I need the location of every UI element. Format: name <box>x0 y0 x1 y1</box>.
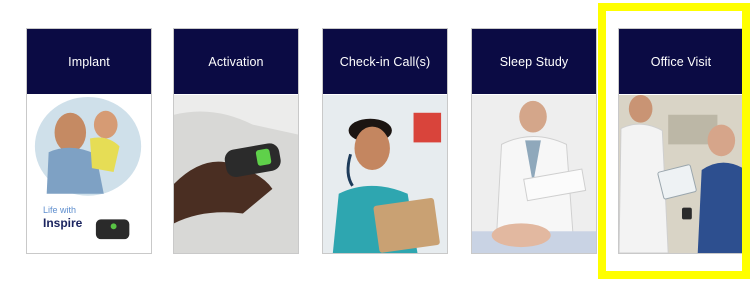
step-title: Activation <box>208 54 264 69</box>
step-title: Check-in Call(s) <box>339 54 431 69</box>
step-card-check-in-calls[interactable]: Check-in Call(s) <box>322 28 448 254</box>
step-header-activation: Activation <box>174 29 298 94</box>
step-card-sleep-study[interactable]: Sleep Study <box>471 28 597 254</box>
step-header-check-in-calls: Check-in Call(s) <box>323 29 447 94</box>
step-title: Implant <box>68 54 110 69</box>
step-card-office-visit[interactable]: Office Visit <box>618 28 744 254</box>
step-title: Sleep Study <box>499 54 569 69</box>
sleep-study-photo <box>472 95 596 253</box>
activation-photo <box>174 95 298 253</box>
step-card-implant[interactable]: Implant Life with Inspire <box>26 28 152 254</box>
brand-tagline: Life with <box>43 205 77 215</box>
inspire-brand: Life with Inspire <box>43 205 82 230</box>
implant-photo: Life with Inspire <box>27 95 151 253</box>
step-header-sleep-study: Sleep Study <box>472 29 596 94</box>
step-title: Office Visit <box>650 54 712 69</box>
inspire-logo: Inspire <box>43 216 83 230</box>
office-visit-photo <box>619 95 743 253</box>
check-in-call-photo <box>323 95 447 253</box>
step-header-office-visit: Office Visit <box>619 29 743 94</box>
step-header-implant: Implant <box>27 29 151 94</box>
step-card-activation[interactable]: Activation <box>173 28 299 254</box>
